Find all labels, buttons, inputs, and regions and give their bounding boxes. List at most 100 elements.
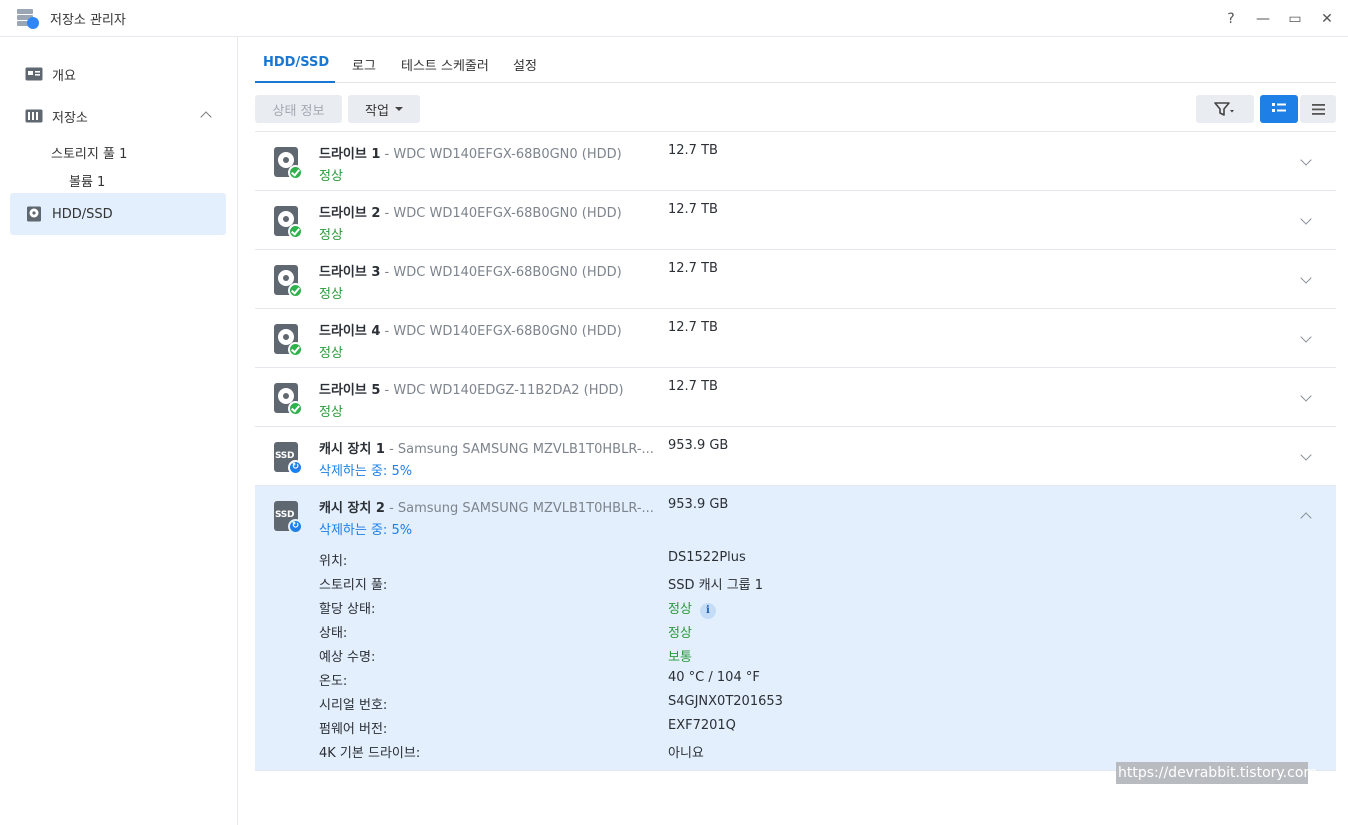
caret-down-icon — [394, 107, 403, 111]
storage-manager-app-icon — [17, 7, 39, 29]
sync-icon: ↻ — [288, 460, 303, 475]
title-bar: 저장소 관리자 ? — ▭ ✕ — [0, 0, 1348, 37]
detail-value: 정상 — [668, 626, 692, 641]
detail-value: 정상 — [668, 602, 692, 617]
chevron-down-icon[interactable] — [1300, 390, 1312, 402]
drive-status: 정상 — [319, 169, 343, 184]
drive-capacity: 953.9 GB — [668, 438, 729, 453]
maximize-icon[interactable]: ▭ — [1288, 12, 1302, 26]
info-icon[interactable]: i — [699, 603, 716, 619]
drive-model: WDC WD140EFGX-68B0GN0 (HDD) — [393, 206, 622, 221]
drive-name: 캐시 장치 1 — [319, 442, 385, 457]
sidebar-item-volume[interactable]: 볼륨 1 — [69, 171, 105, 190]
detail-value: SSD 캐시 그룹 1 — [668, 578, 764, 593]
drive-capacity: 12.7 TB — [668, 202, 718, 217]
hdd-icon — [25, 206, 43, 222]
tab-log[interactable]: 로그 — [352, 55, 376, 74]
action-label: 작업 — [365, 103, 389, 119]
drive-model: WDC WD140EFGX-68B0GN0 (HDD) — [393, 324, 622, 339]
detail-row: 시리얼 번호: S4GJNX0T201653 — [319, 694, 1219, 718]
detail-key: 위치: — [319, 554, 348, 569]
drive-row[interactable]: 드라이브 1 - WDC WD140EFGX-68B0GN0 (HDD) 12.… — [255, 131, 1336, 190]
detail-row: 온도: 40 °C / 104 °F — [319, 670, 1219, 694]
hdd-icon — [274, 206, 303, 239]
drive-capacity: 12.7 TB — [668, 379, 718, 394]
drive-model: WDC WD140EDGZ-11B2DA2 (HDD) — [393, 383, 624, 398]
active-tab-indicator — [255, 81, 335, 83]
drive-row[interactable]: 드라이브 4 - WDC WD140EFGX-68B0GN0 (HDD) 12.… — [255, 308, 1336, 367]
healthy-check-icon — [288, 283, 303, 298]
detail-value: 보통 — [668, 650, 692, 665]
sidebar-item-storage-pool[interactable]: 스토리지 풀 1 — [51, 143, 127, 162]
healthy-check-icon — [288, 342, 303, 357]
chevron-down-icon[interactable] — [1300, 449, 1312, 461]
drive-capacity: 12.7 TB — [668, 261, 718, 276]
sidebar-item-hdd-ssd[interactable]: HDD/SSD — [10, 193, 226, 235]
tab-settings[interactable]: 설정 — [513, 55, 537, 74]
drive-status: 삭제하는 중: 5% — [319, 523, 413, 538]
tab-hdd-ssd[interactable]: HDD/SSD — [263, 55, 329, 70]
drive-status: 정상 — [319, 287, 343, 302]
list-icon — [1311, 103, 1325, 115]
detail-value: DS1522Plus — [668, 550, 746, 565]
drive-capacity: 953.9 GB — [668, 497, 729, 512]
drive-status: 정상 — [319, 346, 343, 361]
drive-status: 정상 — [319, 405, 343, 420]
detail-key: 4K 기본 드라이브: — [319, 746, 421, 761]
chevron-down-icon[interactable] — [1300, 272, 1312, 284]
detail-value: 40 °C / 104 °F — [668, 670, 760, 685]
chevron-down-icon[interactable] — [1300, 331, 1312, 343]
sidebar-item-label: 저장소 — [52, 110, 88, 126]
sidebar-item-storage[interactable]: 저장소 — [10, 95, 226, 137]
chevron-up-icon[interactable] — [200, 111, 212, 123]
drive-status: 정상 — [319, 228, 343, 243]
sidebar-item-label: 개요 — [52, 68, 76, 84]
drive-row[interactable]: 드라이브 3 - WDC WD140EFGX-68B0GN0 (HDD) 12.… — [255, 249, 1336, 308]
detail-row: 펌웨어 버전: EXF7201Q — [319, 718, 1219, 742]
drive-name-line: 드라이브 5 - WDC WD140EDGZ-11B2DA2 (HDD) — [319, 383, 624, 398]
healthy-check-icon — [288, 165, 303, 180]
drive-row[interactable]: SSD ↻ 캐시 장치 1 - Samsung SAMSUNG MZVLB1T0H… — [255, 426, 1336, 485]
drive-name-line: 드라이브 1 - WDC WD140EFGX-68B0GN0 (HDD) — [319, 147, 622, 162]
detail-key: 시리얼 번호: — [319, 698, 388, 713]
chevron-up-icon[interactable] — [1300, 512, 1312, 524]
status-info-button[interactable]: 상태 정보 — [255, 95, 342, 123]
storage-icon — [25, 108, 43, 124]
drive-row-expanded[interactable]: SSD ↻ 캐시 장치 2 - Samsung SAMSUNG MZVLB1T0H… — [255, 485, 1336, 770]
action-dropdown-button[interactable]: 작업 — [348, 95, 420, 123]
tab-test-scheduler[interactable]: 테스트 스케줄러 — [401, 55, 489, 74]
chevron-down-icon[interactable] — [1300, 213, 1312, 225]
drive-name: 드라이브 3 — [319, 265, 381, 280]
sync-icon: ↻ — [288, 519, 303, 534]
drive-capacity: 12.7 TB — [668, 320, 718, 335]
hdd-icon — [274, 383, 303, 416]
detail-row: 4K 기본 드라이브: 아니요 — [319, 742, 1219, 766]
drive-row[interactable]: 드라이브 2 - WDC WD140EFGX-68B0GN0 (HDD) 12.… — [255, 190, 1336, 249]
help-icon[interactable]: ? — [1224, 12, 1238, 26]
drive-model: Samsung SAMSUNG MZVLB1T0HBLR-... — [397, 501, 654, 516]
hdd-icon — [274, 265, 303, 298]
list-view-toggle[interactable] — [1300, 95, 1336, 123]
drive-name: 드라이브 2 — [319, 206, 381, 221]
healthy-check-icon — [288, 224, 303, 239]
filter-icon — [1214, 102, 1234, 116]
detail-value: S4GJNX0T201653 — [668, 694, 783, 709]
detail-view-toggle[interactable] — [1260, 95, 1298, 123]
sidebar-item-overview[interactable]: 개요 — [10, 53, 226, 95]
hdd-icon — [274, 147, 303, 180]
minimize-icon[interactable]: — — [1256, 12, 1270, 26]
filter-button[interactable] — [1196, 95, 1254, 123]
drive-name-line: 캐시 장치 2 - Samsung SAMSUNG MZVLB1T0HBLR-.… — [319, 501, 654, 516]
drive-list: 드라이브 1 - WDC WD140EFGX-68B0GN0 (HDD) 12.… — [255, 131, 1336, 771]
detail-key: 온도: — [319, 674, 348, 689]
drive-row[interactable]: 드라이브 5 - WDC WD140EDGZ-11B2DA2 (HDD) 12.… — [255, 367, 1336, 426]
drive-name-line: 드라이브 2 - WDC WD140EFGX-68B0GN0 (HDD) — [319, 206, 622, 221]
watermark: https://devrabbit.tistory.com — [1116, 762, 1317, 784]
chevron-down-icon[interactable] — [1300, 154, 1312, 166]
detail-key: 상태: — [319, 626, 348, 641]
sidebar-item-label: HDD/SSD — [52, 206, 113, 222]
drive-name: 드라이브 1 — [319, 147, 381, 162]
detail-row: 상태: 정상 — [319, 622, 1219, 646]
close-icon[interactable]: ✕ — [1320, 12, 1334, 26]
hdd-icon — [274, 324, 303, 357]
